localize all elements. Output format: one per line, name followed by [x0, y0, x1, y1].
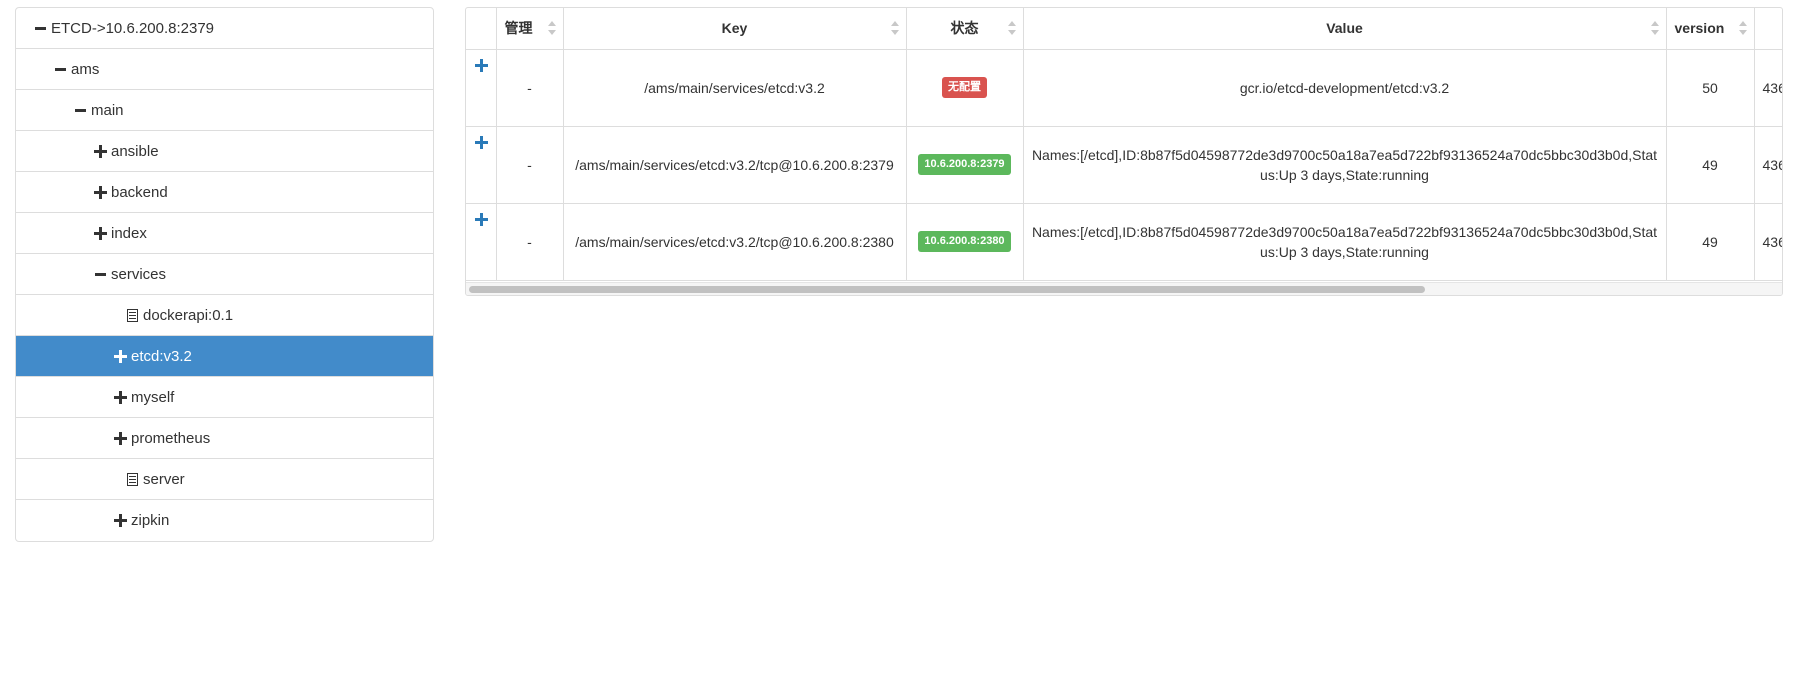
- version-cell: 49: [1665, 202, 1755, 281]
- tree-node-label: ETCD->10.6.200.8:2379: [51, 19, 215, 37]
- data-table-container: 管理 Key 状态 Value version - /ams/main/serv…: [465, 7, 1783, 296]
- tree-node-services[interactable]: services: [16, 254, 433, 295]
- minus-icon[interactable]: [51, 61, 70, 77]
- sort-icon: [1650, 21, 1659, 36]
- plus-icon[interactable]: [91, 184, 110, 200]
- sort-icon: [1738, 21, 1747, 36]
- expand-cell: [466, 125, 497, 204]
- file-icon: [123, 471, 142, 487]
- status-badge: 无配置: [942, 77, 987, 98]
- key-column-header[interactable]: Key: [562, 8, 907, 50]
- tree-panel: ETCD->10.6.200.8:2379 ams main ansible backe…: [15, 7, 434, 542]
- file-icon: [123, 307, 142, 323]
- value-cell: Names:[/etcd],ID:8b87f5d04598772de3d9700…: [1022, 202, 1667, 281]
- expand-row-icon[interactable]: [474, 58, 488, 72]
- status-cell: 10.6.200.8:2380: [905, 202, 1024, 281]
- plus-icon[interactable]: [91, 143, 110, 159]
- minus-icon[interactable]: [71, 102, 90, 118]
- tree-node-ams[interactable]: ams: [16, 49, 433, 90]
- tree-node-label: etcd:v3.2: [131, 347, 192, 365]
- tree-node-label: ams: [71, 60, 100, 78]
- tree-node-label: server: [143, 470, 185, 488]
- plus-icon[interactable]: [111, 389, 130, 405]
- table-row: -/ams/main/services/etcd:v3.2/tcp@10.6.2…: [466, 125, 1782, 204]
- plus-icon[interactable]: [91, 225, 110, 241]
- tree-node-label: dockerapi:0.1: [143, 306, 234, 324]
- tree-node-prometheus[interactable]: prometheus: [16, 418, 433, 459]
- plus-icon[interactable]: [111, 430, 130, 446]
- tree-node-main[interactable]: main: [16, 90, 433, 131]
- tree-node-index[interactable]: index: [16, 213, 433, 254]
- manage-column-header[interactable]: 管理: [495, 8, 564, 50]
- value-header-label: Value: [1326, 20, 1363, 37]
- sort-icon: [547, 21, 556, 36]
- manage-cell: -: [495, 125, 564, 204]
- plus-icon[interactable]: [111, 348, 130, 364]
- status-column-header[interactable]: 状态: [905, 8, 1024, 50]
- version-cell: 50: [1665, 48, 1755, 127]
- manage-header-label: 管理: [504, 20, 533, 37]
- manage-cell: -: [495, 202, 564, 281]
- expand-cell: [466, 48, 497, 127]
- horizontal-scrollbar[interactable]: [466, 282, 1782, 295]
- table-header-row: 管理 Key 状态 Value version: [466, 8, 1782, 50]
- status-badge: 10.6.200.8:2379: [918, 154, 1011, 175]
- tree-node-label: zipkin: [131, 512, 170, 529]
- key-cell: /ams/main/services/etcd:v3.2: [562, 48, 907, 127]
- table-row: -/ams/main/services/etcd:v3.2 无配置 gcr.io/e…: [466, 48, 1782, 127]
- key-cell: /ams/main/services/etcd:v3.2/tcp@10.6.20…: [562, 202, 907, 281]
- tree-node-label: services: [111, 265, 167, 283]
- tree-node-label: prometheus: [131, 429, 211, 447]
- version-cell: 49: [1665, 125, 1755, 204]
- minus-icon[interactable]: [31, 20, 50, 36]
- data-table: 管理 Key 状态 Value version - /ams/main/serv…: [466, 8, 1782, 281]
- version-column-header[interactable]: version: [1665, 8, 1755, 50]
- tree-node-label: main: [91, 101, 124, 119]
- manage-cell: -: [495, 48, 564, 127]
- tree-node-ansible[interactable]: ansible: [16, 131, 433, 172]
- tree-node-label: ansible: [111, 142, 159, 160]
- scrollbar-thumb[interactable]: [469, 286, 1425, 293]
- tree-node-zipkin[interactable]: zipkin: [16, 500, 433, 541]
- sort-icon: [1007, 21, 1016, 36]
- key-header-label: Key: [721, 20, 748, 37]
- extra-column-header[interactable]: [1753, 8, 1782, 50]
- extra-cell: 436: [1753, 48, 1782, 127]
- expand-cell: [466, 202, 497, 281]
- table-row: -/ams/main/services/etcd:v3.2/tcp@10.6.2…: [466, 202, 1782, 281]
- plus-icon[interactable]: [111, 513, 130, 529]
- expand-column-header: [466, 8, 497, 50]
- tree-node-server[interactable]: server: [16, 459, 433, 500]
- key-cell: /ams/main/services/etcd:v3.2/tcp@10.6.20…: [562, 125, 907, 204]
- value-cell: gcr.io/etcd-development/etcd:v3.2: [1022, 48, 1667, 127]
- tree-node-label: backend: [111, 183, 168, 201]
- status-header-label: 状态: [950, 20, 979, 37]
- tree-node-backend[interactable]: backend: [16, 172, 433, 213]
- value-column-header[interactable]: Value: [1022, 8, 1667, 50]
- tree-node-myself[interactable]: myself: [16, 377, 433, 418]
- tree-node-etcd-10-6-200-8-2379[interactable]: ETCD->10.6.200.8:2379: [16, 8, 433, 49]
- version-header-label: version: [1674, 20, 1725, 37]
- tree-node-label: myself: [131, 388, 175, 406]
- status-cell: 无配置: [905, 48, 1024, 127]
- extra-cell: 436: [1753, 202, 1782, 281]
- sort-icon: [890, 21, 899, 36]
- status-cell: 10.6.200.8:2379: [905, 125, 1024, 204]
- expand-row-icon[interactable]: [474, 212, 488, 226]
- status-badge: 10.6.200.8:2380: [918, 231, 1011, 252]
- tree-node-dockerapi-0-1[interactable]: dockerapi:0.1: [16, 295, 433, 336]
- expand-row-icon[interactable]: [474, 135, 488, 149]
- value-cell: Names:[/etcd],ID:8b87f5d04598772de3d9700…: [1022, 125, 1667, 204]
- tree-node-etcd-v3-2[interactable]: etcd:v3.2: [16, 336, 433, 377]
- extra-cell: 436: [1753, 125, 1782, 204]
- minus-icon[interactable]: [91, 266, 110, 282]
- tree-node-label: index: [111, 224, 147, 242]
